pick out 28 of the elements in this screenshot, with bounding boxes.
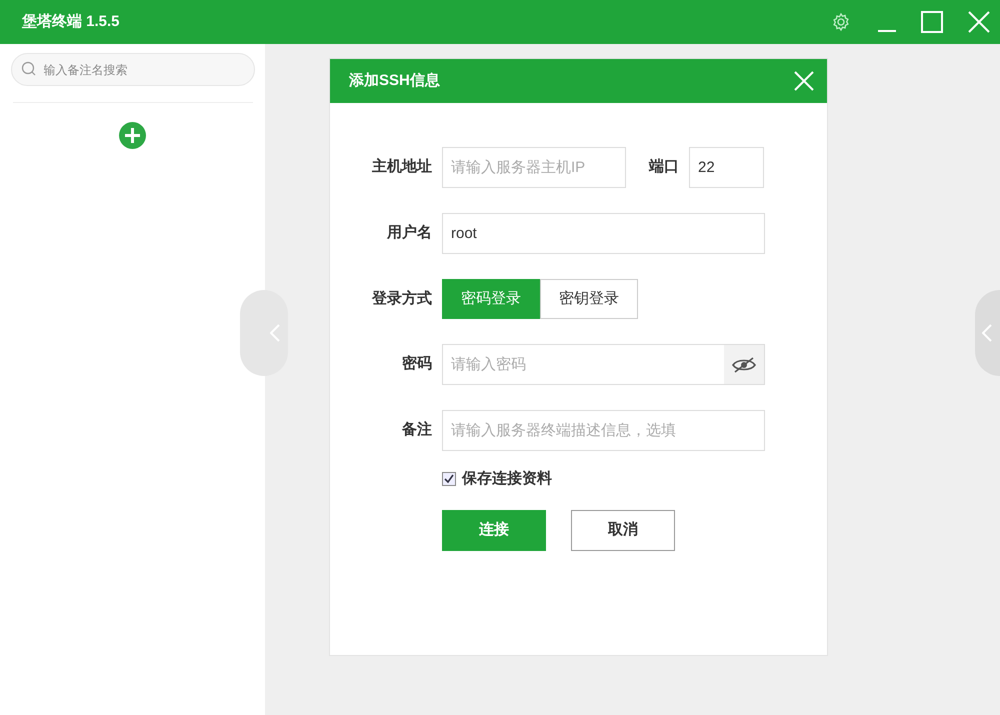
close-icon[interactable] (794, 71, 814, 91)
field-label: 密码 (401, 354, 432, 374)
host-field[interactable]: 请输入服务器主机IP (442, 147, 626, 188)
window-title: 堡塔终端 1.5.5 (22, 12, 120, 32)
dialog-title: 添加SSH信息 (349, 70, 440, 91)
checkbox-label: 保存连接资料 (462, 469, 552, 489)
cancel-button[interactable]: 取消 (571, 510, 675, 550)
username-field[interactable]: root (442, 213, 765, 254)
note-field[interactable]: 请输入服务器终端描述信息，选填 (442, 410, 765, 451)
port-field[interactable]: 22 (689, 147, 764, 188)
checkbox[interactable] (442, 472, 456, 486)
field-label: 登录方式 (370, 288, 432, 309)
search-icon (20, 61, 36, 77)
toggle-visibility-button[interactable] (724, 345, 764, 384)
hidden-eye-icon (731, 356, 757, 374)
expand-handle[interactable] (975, 290, 1000, 376)
close-icon[interactable] (968, 11, 990, 33)
maximize-icon[interactable] (921, 11, 943, 33)
password-field[interactable]: 请输入密码 (442, 344, 765, 385)
login-method-tab[interactable]: 密钥登录 (540, 279, 638, 319)
add-icon[interactable] (119, 122, 146, 149)
field-label: 端口 (649, 157, 679, 178)
field-label: 用户名 (386, 223, 432, 244)
field-label: 主机地址 (371, 156, 432, 178)
search-field[interactable]: 输入备注名搜索 (10, 53, 254, 86)
field-label: 备注 (400, 420, 432, 440)
collapse-handle[interactable] (240, 290, 288, 376)
settings-icon[interactable] (831, 12, 851, 32)
